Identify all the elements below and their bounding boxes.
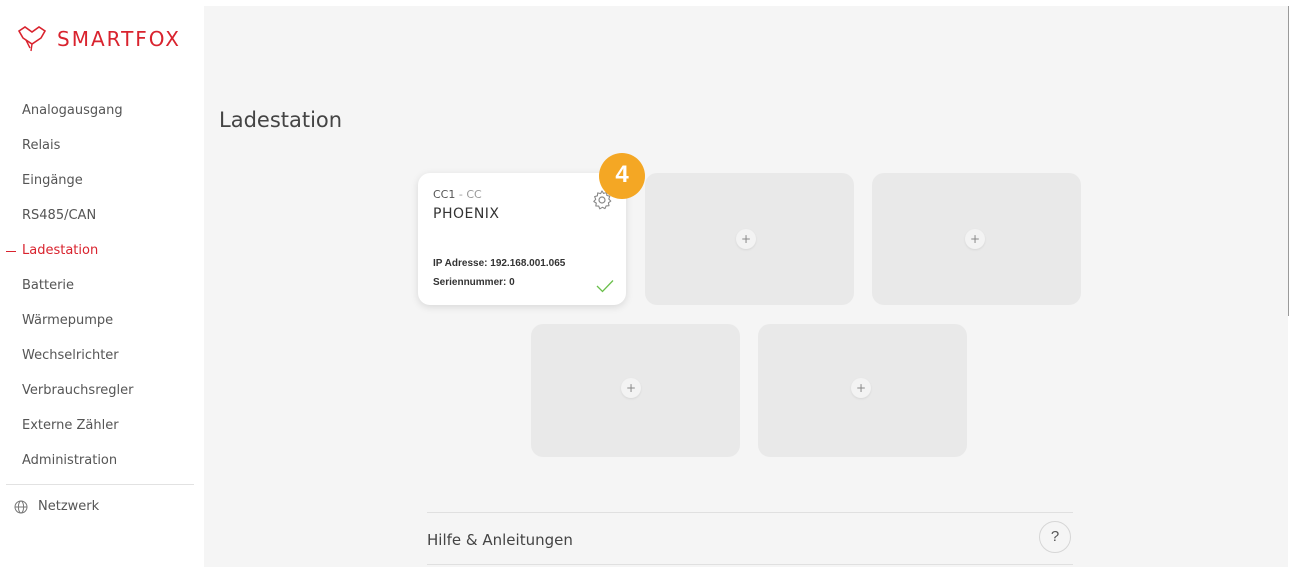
check-icon — [596, 280, 614, 293]
slot-suffix: - CC — [458, 188, 482, 201]
sidebar-item-verbrauchsregler[interactable]: Verbrauchsregler — [0, 378, 204, 413]
add-icon[interactable]: + — [965, 229, 985, 249]
sidebar-item-eingaenge[interactable]: Eingänge — [0, 168, 204, 203]
netzwerk-label: Netzwerk — [38, 499, 100, 514]
sidebar-item-externe-zaehler[interactable]: Externe Zähler — [0, 413, 204, 448]
add-icon[interactable]: + — [851, 378, 871, 398]
charging-station-card-cc1[interactable]: CC1 - CC PHOENIX IP Adresse: 192.168.001… — [418, 173, 626, 305]
device-brand: PHOENIX — [433, 206, 500, 222]
help-divider — [427, 512, 1073, 513]
logo-text: SMARTFOX — [57, 27, 181, 51]
sidebar: SMARTFOX Analogausgang Relais Eingänge R… — [0, 0, 204, 567]
sidebar-nav: Analogausgang Relais Eingänge RS485/CAN … — [0, 98, 204, 483]
sidebar-divider — [6, 484, 194, 485]
add-icon[interactable]: + — [736, 229, 756, 249]
page-title: Ladestation — [219, 108, 343, 132]
help-divider-bottom — [427, 564, 1073, 565]
help-link[interactable]: Hilfe & Anleitungen — [427, 531, 573, 549]
sidebar-item-ladestation[interactable]: Ladestation — [0, 238, 204, 273]
sidebar-item-relais[interactable]: Relais — [0, 133, 204, 168]
globe-icon — [14, 500, 28, 513]
logo[interactable]: SMARTFOX — [17, 26, 181, 52]
sidebar-item-administration[interactable]: Administration — [0, 448, 204, 483]
empty-slot-card[interactable]: + — [531, 324, 740, 457]
slot-prefix: CC1 — [433, 188, 456, 201]
smartfox-logo-icon — [17, 26, 47, 52]
empty-slot-card[interactable]: + — [758, 324, 967, 457]
empty-slot-card[interactable]: + — [872, 173, 1081, 305]
sidebar-item-wechselrichter[interactable]: Wechselrichter — [0, 343, 204, 378]
ip-address: IP Adresse: 192.168.001.065 — [433, 258, 566, 269]
slot-id: CC1 - CC — [433, 188, 482, 201]
add-icon[interactable]: + — [621, 378, 641, 398]
step-badge: 4 — [599, 153, 645, 199]
sidebar-item-analogausgang[interactable]: Analogausgang — [0, 98, 204, 133]
sidebar-item-waermepumpe[interactable]: Wärmepumpe — [0, 308, 204, 343]
scrollbar[interactable] — [1288, 6, 1289, 316]
help-icon[interactable]: ? — [1039, 521, 1071, 553]
empty-slot-card[interactable]: + — [645, 173, 854, 305]
sidebar-item-rs485-can[interactable]: RS485/CAN — [0, 203, 204, 238]
sidebar-item-batterie[interactable]: Batterie — [0, 273, 204, 308]
serial-number: Seriennummer: 0 — [433, 277, 515, 288]
sidebar-item-netzwerk[interactable]: Netzwerk — [14, 499, 99, 514]
